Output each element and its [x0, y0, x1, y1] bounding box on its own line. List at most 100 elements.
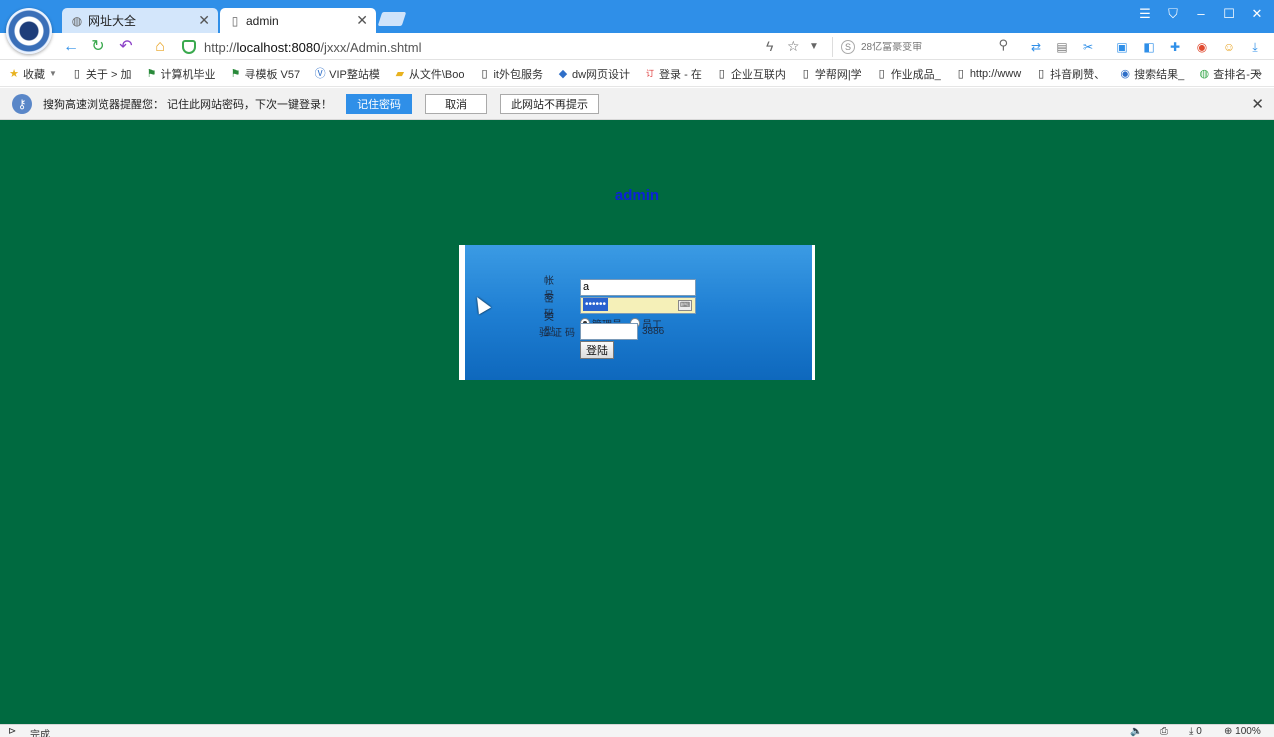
- bookmarks-bar: ★ 收藏 ▼ ▯ 关于 > 加 ⚑ 计算机毕业 ⚑ 寻模板 V57 Ⓥ VIP整站模 ▰ 从文…: [0, 61, 1274, 87]
- bookmark-item[interactable]: ▯ 企业互联内: [716, 66, 786, 82]
- lightning-icon[interactable]: ϟ: [766, 38, 773, 54]
- page-icon: ▯: [718, 67, 725, 80]
- keyboard-icon[interactable]: ⌨: [678, 299, 692, 311]
- never-for-site-button[interactable]: 此网站不再提示: [500, 93, 600, 114]
- bookmark-item[interactable]: ▯ http://www: [955, 68, 1021, 80]
- key-icon: ⚷: [12, 93, 32, 114]
- captcha-label: 验证码: [539, 328, 578, 339]
- folder-icon: ▰: [395, 67, 405, 80]
- more-bookmarks-icon[interactable]: »: [1255, 66, 1262, 80]
- screenshot-icon[interactable]: ▤: [1053, 38, 1071, 56]
- page-icon: ▯: [481, 67, 488, 80]
- menu-icon[interactable]: ☰: [1133, 5, 1157, 23]
- v-icon: Ⓥ: [314, 67, 326, 80]
- bookmark-item[interactable]: ◍ 查排名-天: [1198, 66, 1260, 82]
- navigation-bar: ← ↻ ↶ ⌂ http://localhost:8080/jxxx/Admin…: [0, 33, 1274, 60]
- tab-admin[interactable]: ▯ admin ✕: [220, 8, 376, 33]
- secure-shield-icon: [182, 40, 196, 54]
- bird-icon: ◆: [558, 67, 568, 80]
- bookmark-item[interactable]: ▯ 学帮网|学: [800, 66, 862, 82]
- globe-icon: ◍: [71, 13, 83, 28]
- downloads-icon: ⤓: [1189, 726, 1194, 737]
- page-icon: ▯: [802, 67, 809, 80]
- tab-web-directory[interactable]: ◍ 网址大全 ✕: [62, 8, 218, 33]
- download-icon[interactable]: ⤓: [1246, 38, 1264, 56]
- flag-icon: ⚑: [230, 67, 241, 80]
- page-icon: ▯: [73, 67, 80, 80]
- bookmark-item[interactable]: ⚑ 计算机毕业: [145, 66, 216, 82]
- page-title: admin: [614, 187, 660, 204]
- tab-label: 网址大全: [88, 14, 137, 28]
- extension-icon[interactable]: ◧: [1140, 38, 1158, 56]
- address-bar[interactable]: http://localhost:8080/jxxx/Admin.shtml: [182, 36, 822, 58]
- tab-bar: ◍ 网址大全 ✕ ▯ admin ✕ ☰ ⛉ – ☐ ✕: [0, 0, 1274, 54]
- home-icon[interactable]: ⌂: [150, 37, 170, 57]
- maximize-icon[interactable]: ☐: [1217, 5, 1241, 23]
- captcha-input[interactable]: [580, 323, 638, 340]
- search-input[interactable]: [861, 41, 1001, 53]
- minimize-icon[interactable]: –: [1189, 5, 1213, 23]
- zoom-level[interactable]: ⊕ 100%: [1224, 726, 1261, 737]
- search-box[interactable]: S ⚲: [832, 37, 1012, 57]
- translate-icon[interactable]: ⇄: [1027, 38, 1045, 56]
- sidebar-toggle-icon[interactable]: ⊳: [8, 726, 16, 737]
- new-tab-button[interactable]: [377, 12, 407, 26]
- bookmark-favorites[interactable]: ★ 收藏 ▼: [8, 66, 57, 82]
- downloads-count[interactable]: ⤓ 0: [1189, 726, 1202, 737]
- back-icon[interactable]: ←: [61, 37, 81, 57]
- search-icon: ◉: [1120, 67, 1130, 80]
- search-icon[interactable]: ⚲: [998, 37, 1008, 53]
- page-icon: ▯: [231, 13, 239, 28]
- save-password-prompt: ⚷ 搜狗高速浏览器提醒您： 记住此网站密码，下次一键登录！ 记住密码 取消 此网…: [0, 88, 1274, 120]
- captcha-row: 验证码 3886: [539, 323, 664, 340]
- status-text: 完成: [30, 730, 50, 737]
- puzzle-icon[interactable]: ✚: [1166, 38, 1184, 56]
- zoom-icon: ⊕: [1224, 726, 1233, 737]
- captcha-code: 3886: [642, 326, 665, 337]
- close-window-icon[interactable]: ✕: [1245, 5, 1269, 23]
- bookmark-item[interactable]: ◉ 搜索结果_: [1119, 66, 1184, 82]
- search-engine-icon: S: [841, 40, 855, 54]
- bookmark-item[interactable]: ⚑ 寻模板 V57: [229, 66, 301, 82]
- weibo-icon[interactable]: ◉: [1193, 38, 1211, 56]
- status-bar: ⊳ 完成 🔈 ⎙ ⤓ 0 ⊕ 100%: [0, 724, 1274, 737]
- bookmark-item[interactable]: Ⓥ VIP整站模: [314, 66, 380, 82]
- chevron-down-icon[interactable]: ▼: [809, 41, 819, 52]
- smile-icon[interactable]: ☺: [1220, 38, 1238, 56]
- scissors-icon[interactable]: ✂: [1079, 38, 1097, 56]
- login-button[interactable]: 登陆: [580, 341, 614, 359]
- note-icon[interactable]: ▣: [1113, 38, 1131, 56]
- flag-icon: ⚑: [146, 67, 157, 80]
- bookmark-item[interactable]: 订登录 - 在: [644, 66, 702, 82]
- close-tab-icon[interactable]: ✕: [198, 12, 210, 29]
- star-icon[interactable]: ☆: [787, 38, 800, 55]
- volume-icon[interactable]: 🔈: [1130, 726, 1142, 737]
- bookmark-folder[interactable]: ▰ 从文件\Boo: [394, 66, 465, 82]
- page-icon: ▯: [1038, 67, 1045, 80]
- skin-icon[interactable]: ⛉: [1161, 5, 1185, 23]
- remember-password-button[interactable]: 记住密码: [346, 93, 413, 114]
- bookmark-item[interactable]: ▯ it外包服务: [478, 66, 543, 82]
- page-content: admin 帐号 密码 •••••• ⌨ 类型 管理员 员工 验证码 3886: [0, 120, 1274, 724]
- globe-icon: ◍: [1199, 67, 1210, 80]
- login-panel: 帐号 密码 •••••• ⌨ 类型 管理员 员工 验证码 3886 登陆: [459, 245, 815, 380]
- prompt-text: 搜狗高速浏览器提醒您： 记住此网站密码，下次一键登录！: [43, 98, 333, 111]
- tab-label: admin: [246, 13, 279, 28]
- browser-logo-icon[interactable]: [6, 8, 52, 54]
- close-icon[interactable]: ✕: [1251, 95, 1264, 113]
- cancel-button[interactable]: 取消: [425, 93, 488, 114]
- refresh-icon[interactable]: ↻: [88, 37, 108, 57]
- print-icon[interactable]: ⎙: [1160, 726, 1168, 737]
- close-tab-icon[interactable]: ✕: [356, 12, 368, 29]
- star-icon: ★: [9, 67, 19, 80]
- bookmark-item[interactable]: ◆ dw网页设计: [557, 66, 630, 82]
- brand-icon: 订: [646, 68, 655, 78]
- bookmark-item[interactable]: ▯ 作业成品_: [876, 66, 941, 82]
- page-icon: ▯: [878, 67, 885, 80]
- address-url[interactable]: http://localhost:8080/jxxx/Admin.shtml: [204, 40, 422, 55]
- page-icon: ▯: [957, 67, 964, 80]
- bookmark-item[interactable]: ▯ 抖音刷赞、: [1035, 66, 1105, 82]
- bookmark-item[interactable]: ▯ 关于 > 加: [71, 66, 132, 82]
- undo-icon[interactable]: ↶: [116, 37, 136, 57]
- chevron-down-icon: ▼: [49, 69, 57, 78]
